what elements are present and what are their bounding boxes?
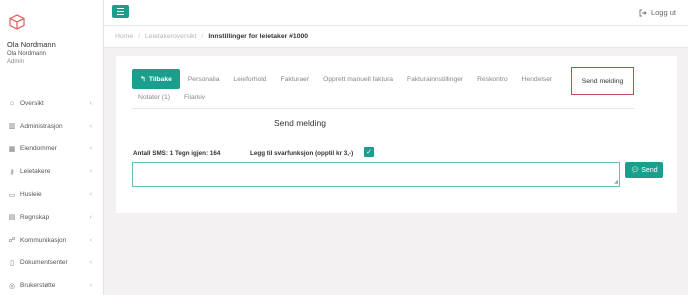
tab-personalia[interactable]: Personalia [188, 76, 220, 83]
reply-function-label: Legg til svarfunksjon (opptil kr 3,-) [250, 150, 354, 157]
chevron-left-icon: ‹ [89, 259, 92, 267]
bank-icon: ▥ [8, 123, 16, 131]
sidebar-item-oversikt[interactable]: ⌂ Oversikt ‹ [0, 92, 104, 115]
user-role: Admin [7, 59, 25, 65]
tab-bar-row2: Notater (1) Filarkiv [138, 94, 219, 101]
menu-toggle-button[interactable] [112, 5, 129, 18]
message-textarea[interactable]: ◢ [132, 162, 620, 187]
chevron-left-icon: ‹ [89, 122, 92, 130]
settings-card: ↰ Tilbake Personalia Leieforhold Faktura… [116, 56, 677, 213]
breadcrumb-current: Innstillinger for leietaker #1000 [208, 33, 309, 40]
document-icon: ▯ [10, 259, 14, 267]
tab-filarkiv[interactable]: Filarkiv [184, 94, 205, 101]
logout-icon [639, 9, 647, 16]
back-button-label: Tilbake [148, 75, 172, 83]
user-name: Ola Nordmann [7, 40, 56, 49]
sidebar-item-eiendommer[interactable]: ▦ Eiendommer ‹ [0, 138, 104, 161]
breadcrumb: Home / Leietakeroversikt / Innstillinger… [104, 26, 688, 48]
key-icon: ⚷ [9, 168, 15, 176]
sidebar-item-dokumentsenter[interactable]: ▯ Dokumentsenter ‹ [0, 252, 104, 275]
chevron-left-icon: ‹ [89, 236, 92, 244]
breadcrumb-separator: / [138, 33, 141, 40]
lifebuoy-icon: ◎ [8, 282, 16, 290]
tab-reskontro[interactable]: Reskontro [477, 76, 507, 83]
calculator-icon: ▤ [8, 214, 16, 222]
send-button-label: Send [641, 166, 658, 174]
tab-bar: ↰ Tilbake Personalia Leieforhold Faktura… [132, 68, 566, 90]
sidebar-item-brukerstotte[interactable]: ◎ Brukerstøtte ‹ [0, 274, 104, 295]
sidebar-item-leietakere[interactable]: ⚷ Leietakere ‹ [0, 160, 104, 183]
chevron-left-icon: ‹ [89, 191, 92, 199]
back-button[interactable]: ↰ Tilbake [132, 69, 180, 89]
sidebar-item-label: Regnskap [20, 213, 50, 221]
top-bar: Logg ut [104, 0, 688, 26]
section-title: Send melding [274, 118, 326, 128]
tab-divider [132, 108, 634, 109]
checkmark-icon: ✓ [366, 149, 372, 156]
back-arrow-icon: ↰ [140, 76, 146, 83]
chevron-left-icon: ‹ [89, 213, 92, 221]
sidebar-item-label: Brukerstøtte [20, 282, 56, 290]
money-icon: ▭ [8, 191, 16, 199]
sidebar: Ola Nordmann Ola Nordmann Admin ⌂ Oversi… [0, 0, 104, 295]
tab-fakturaer[interactable]: Fakturaer [281, 76, 310, 83]
logout-label: Logg ut [650, 8, 676, 17]
logout-link[interactable]: Logg ut [639, 8, 676, 17]
building-icon: ▦ [8, 145, 16, 153]
send-button[interactable]: 💬︎ Send [625, 162, 663, 178]
tab-hendelser[interactable]: Hendelser [522, 76, 552, 83]
breadcrumb-parent[interactable]: Leietakeroversikt [145, 33, 196, 40]
sms-counter: Antall SMS: 1 Tegn igjen: 164 [133, 150, 221, 157]
sidebar-item-label: Husleie [20, 191, 42, 199]
user-subname: Ola Nordmann [7, 51, 47, 57]
breadcrumb-separator: / [201, 33, 204, 40]
sidebar-item-label: Administrasjon [20, 122, 63, 130]
chevron-left-icon: ‹ [89, 168, 92, 176]
breadcrumb-home[interactable]: Home [115, 33, 133, 40]
chevron-left-icon: ‹ [89, 99, 92, 107]
tab-fakturainnstillinger[interactable]: Fakturainnstillinger [407, 76, 463, 83]
sidebar-item-regnskap[interactable]: ▤ Regnskap ‹ [0, 206, 104, 229]
cube-logo-icon [9, 14, 25, 30]
chevron-left-icon: ‹ [89, 282, 92, 290]
reply-function-checkbox[interactable]: ✓ [364, 147, 374, 157]
chat-icon: ☍ [8, 237, 16, 245]
tab-opprett-manuell-faktura[interactable]: Opprett manuell faktura [323, 76, 393, 83]
sidebar-item-label: Leietakere [20, 168, 51, 176]
chat-bubble-icon: 💬︎ [630, 167, 640, 174]
sidebar-item-administrasjon[interactable]: ▥ Administrasjon ‹ [0, 115, 104, 138]
sidebar-item-label: Eiendommer [20, 145, 57, 153]
sidebar-nav: ⌂ Oversikt ‹ ▥ Administrasjon ‹ ▦ Eiendo… [0, 92, 104, 295]
sidebar-item-kommunikasjon[interactable]: ☍ Kommunikasjon ‹ [0, 229, 104, 252]
home-icon: ⌂ [9, 99, 15, 107]
chevron-left-icon: ‹ [89, 145, 92, 153]
tab-notater[interactable]: Notater (1) [138, 94, 170, 101]
sidebar-item-label: Oversikt [20, 99, 44, 107]
tab-send-melding[interactable]: Send melding [571, 67, 634, 95]
tab-leieforhold[interactable]: Leieforhold [233, 76, 266, 83]
sidebar-item-label: Kommunikasjon [20, 236, 67, 244]
sidebar-item-label: Dokumentsenter [20, 259, 68, 267]
resize-handle-icon[interactable]: ◢ [614, 180, 618, 185]
sidebar-item-husleie[interactable]: ▭ Husleie ‹ [0, 183, 104, 206]
